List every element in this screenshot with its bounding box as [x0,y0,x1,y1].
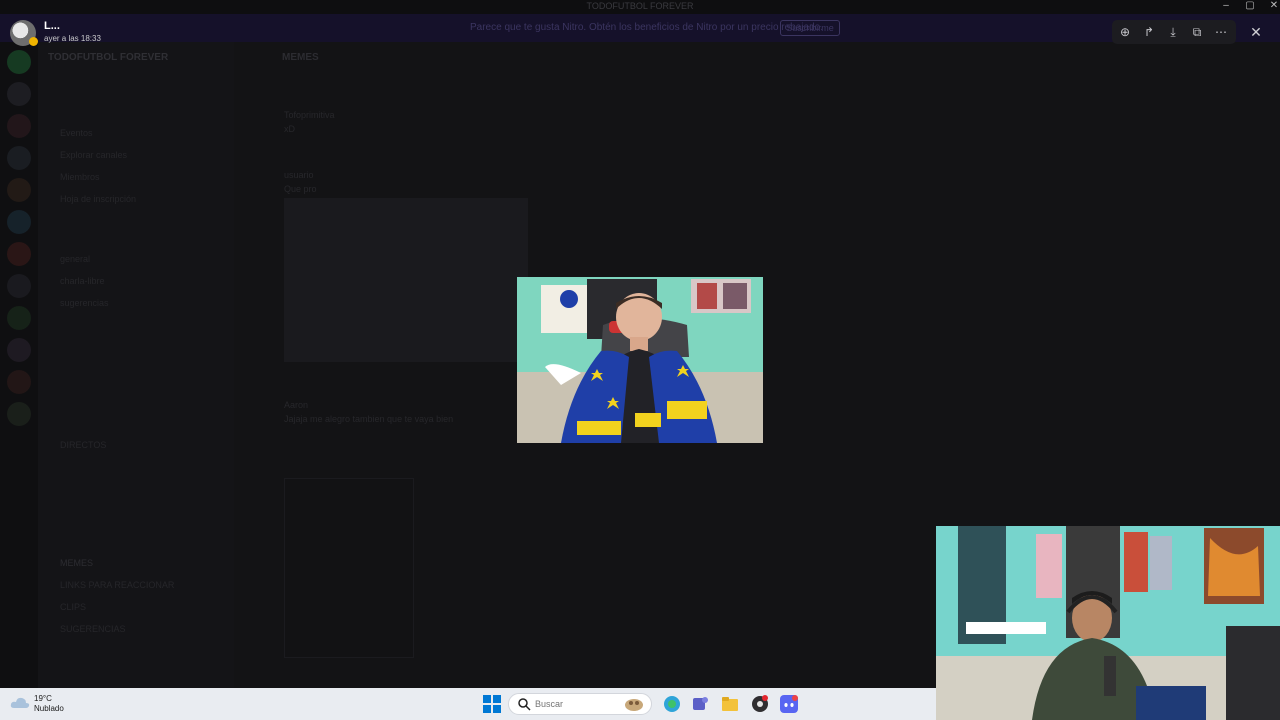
search-input[interactable] [535,697,615,711]
channel-item[interactable]: LINKS PARA REACCIONAR [60,580,174,590]
channel-item[interactable]: general [60,254,90,264]
server-icon[interactable] [7,402,31,426]
zoom-icon[interactable]: ⊕ [1116,23,1134,41]
upload-timestamp: ayer a las 18:33 [44,34,101,43]
weather-temperature[interactable]: 19°C [34,694,52,703]
server-name[interactable]: TODOFUTBOL FOREVER [48,52,168,63]
minimize-button[interactable]: – [1214,0,1238,11]
server-icon[interactable] [7,274,31,298]
message-author[interactable]: usuario [284,170,314,180]
server-icon[interactable] [7,178,31,202]
server-icon[interactable] [7,82,31,106]
more-icon[interactable]: ⋯ [1212,23,1230,41]
message-video-attachment[interactable] [284,478,414,658]
window-title: TODOFUTBOL FOREVER [586,1,694,11]
server-icon[interactable] [7,306,31,330]
search-icon [518,698,531,711]
channel-header: MEMES [282,52,319,63]
windows-start-icon[interactable] [483,695,501,713]
forward-icon[interactable]: ↱ [1140,23,1158,41]
windows-taskbar: 19°C Nublado [0,688,936,720]
message-author[interactable]: Tofoprimitiva [284,110,335,120]
message-text: Que pro [284,184,317,194]
channel-item[interactable]: SUGERENCIAS [60,624,126,634]
window-titlebar: TODOFUTBOL FOREVER – ▢ ✕ [0,0,1280,14]
message-text: Jajaja me alegro tambien que te vaya bie… [284,414,454,424]
window-close-button[interactable]: ✕ [1262,0,1280,11]
discord-icon[interactable] [779,694,799,714]
server-icon[interactable] [7,210,31,234]
channel-item[interactable]: charla-libre [60,276,105,286]
server-icon[interactable] [7,50,31,74]
weather-description[interactable]: Nublado [34,704,64,713]
file-explorer-icon[interactable] [720,694,740,714]
streamer-photo [517,277,763,443]
maximize-button[interactable]: ▢ [1238,0,1262,11]
uploader-name[interactable]: L... [44,20,60,32]
taskbar-search[interactable] [508,693,652,715]
channel-item[interactable]: CLIPS [60,602,86,612]
status-dot [29,37,38,46]
viewer-image[interactable] [517,277,763,443]
channel-item[interactable]: Hoja de inscripción [60,194,136,204]
avatar[interactable] [10,20,38,46]
download-icon[interactable]: ⤓ [1164,23,1182,41]
search-highlight-icon [625,699,643,711]
channel-item[interactable]: Miembros [60,172,100,182]
channel-item[interactable]: sugerencias [60,298,109,308]
edge-copilot-icon[interactable] [662,694,682,714]
message-text: xD [284,124,295,134]
server-icon[interactable] [7,370,31,394]
teams-icon[interactable] [690,694,710,714]
message-author[interactable]: Aaron [284,400,308,410]
open-external-icon[interactable]: ⧉ [1188,23,1206,41]
media-toolbar: ⊕ ↱ ⤓ ⧉ ⋯ [1112,20,1236,44]
channel-item[interactable]: DIRECTOS [60,440,106,450]
cloud-icon[interactable] [10,696,30,710]
server-list [0,42,38,688]
media-viewer-header: L... ayer a las 18:33 ⊕ ↱ ⤓ ⧉ ⋯ ✕ [0,14,1280,50]
close-icon[interactable]: ✕ [1246,22,1266,42]
server-icon[interactable] [7,114,31,138]
webcam-overlay [936,526,1280,720]
message-image-attachment[interactable] [284,198,528,362]
channel-sidebar: TODOFUTBOL FOREVER Eventos Explorar cana… [38,42,234,688]
obs-icon[interactable] [750,694,770,714]
channel-item[interactable]: Explorar canales [60,150,127,160]
server-icon[interactable] [7,338,31,362]
server-icon[interactable] [7,146,31,170]
webcam-feed [936,526,1280,720]
channel-item[interactable]: Eventos [60,128,93,138]
server-icon[interactable] [7,242,31,266]
channel-item-active[interactable]: MEMES [60,558,93,568]
